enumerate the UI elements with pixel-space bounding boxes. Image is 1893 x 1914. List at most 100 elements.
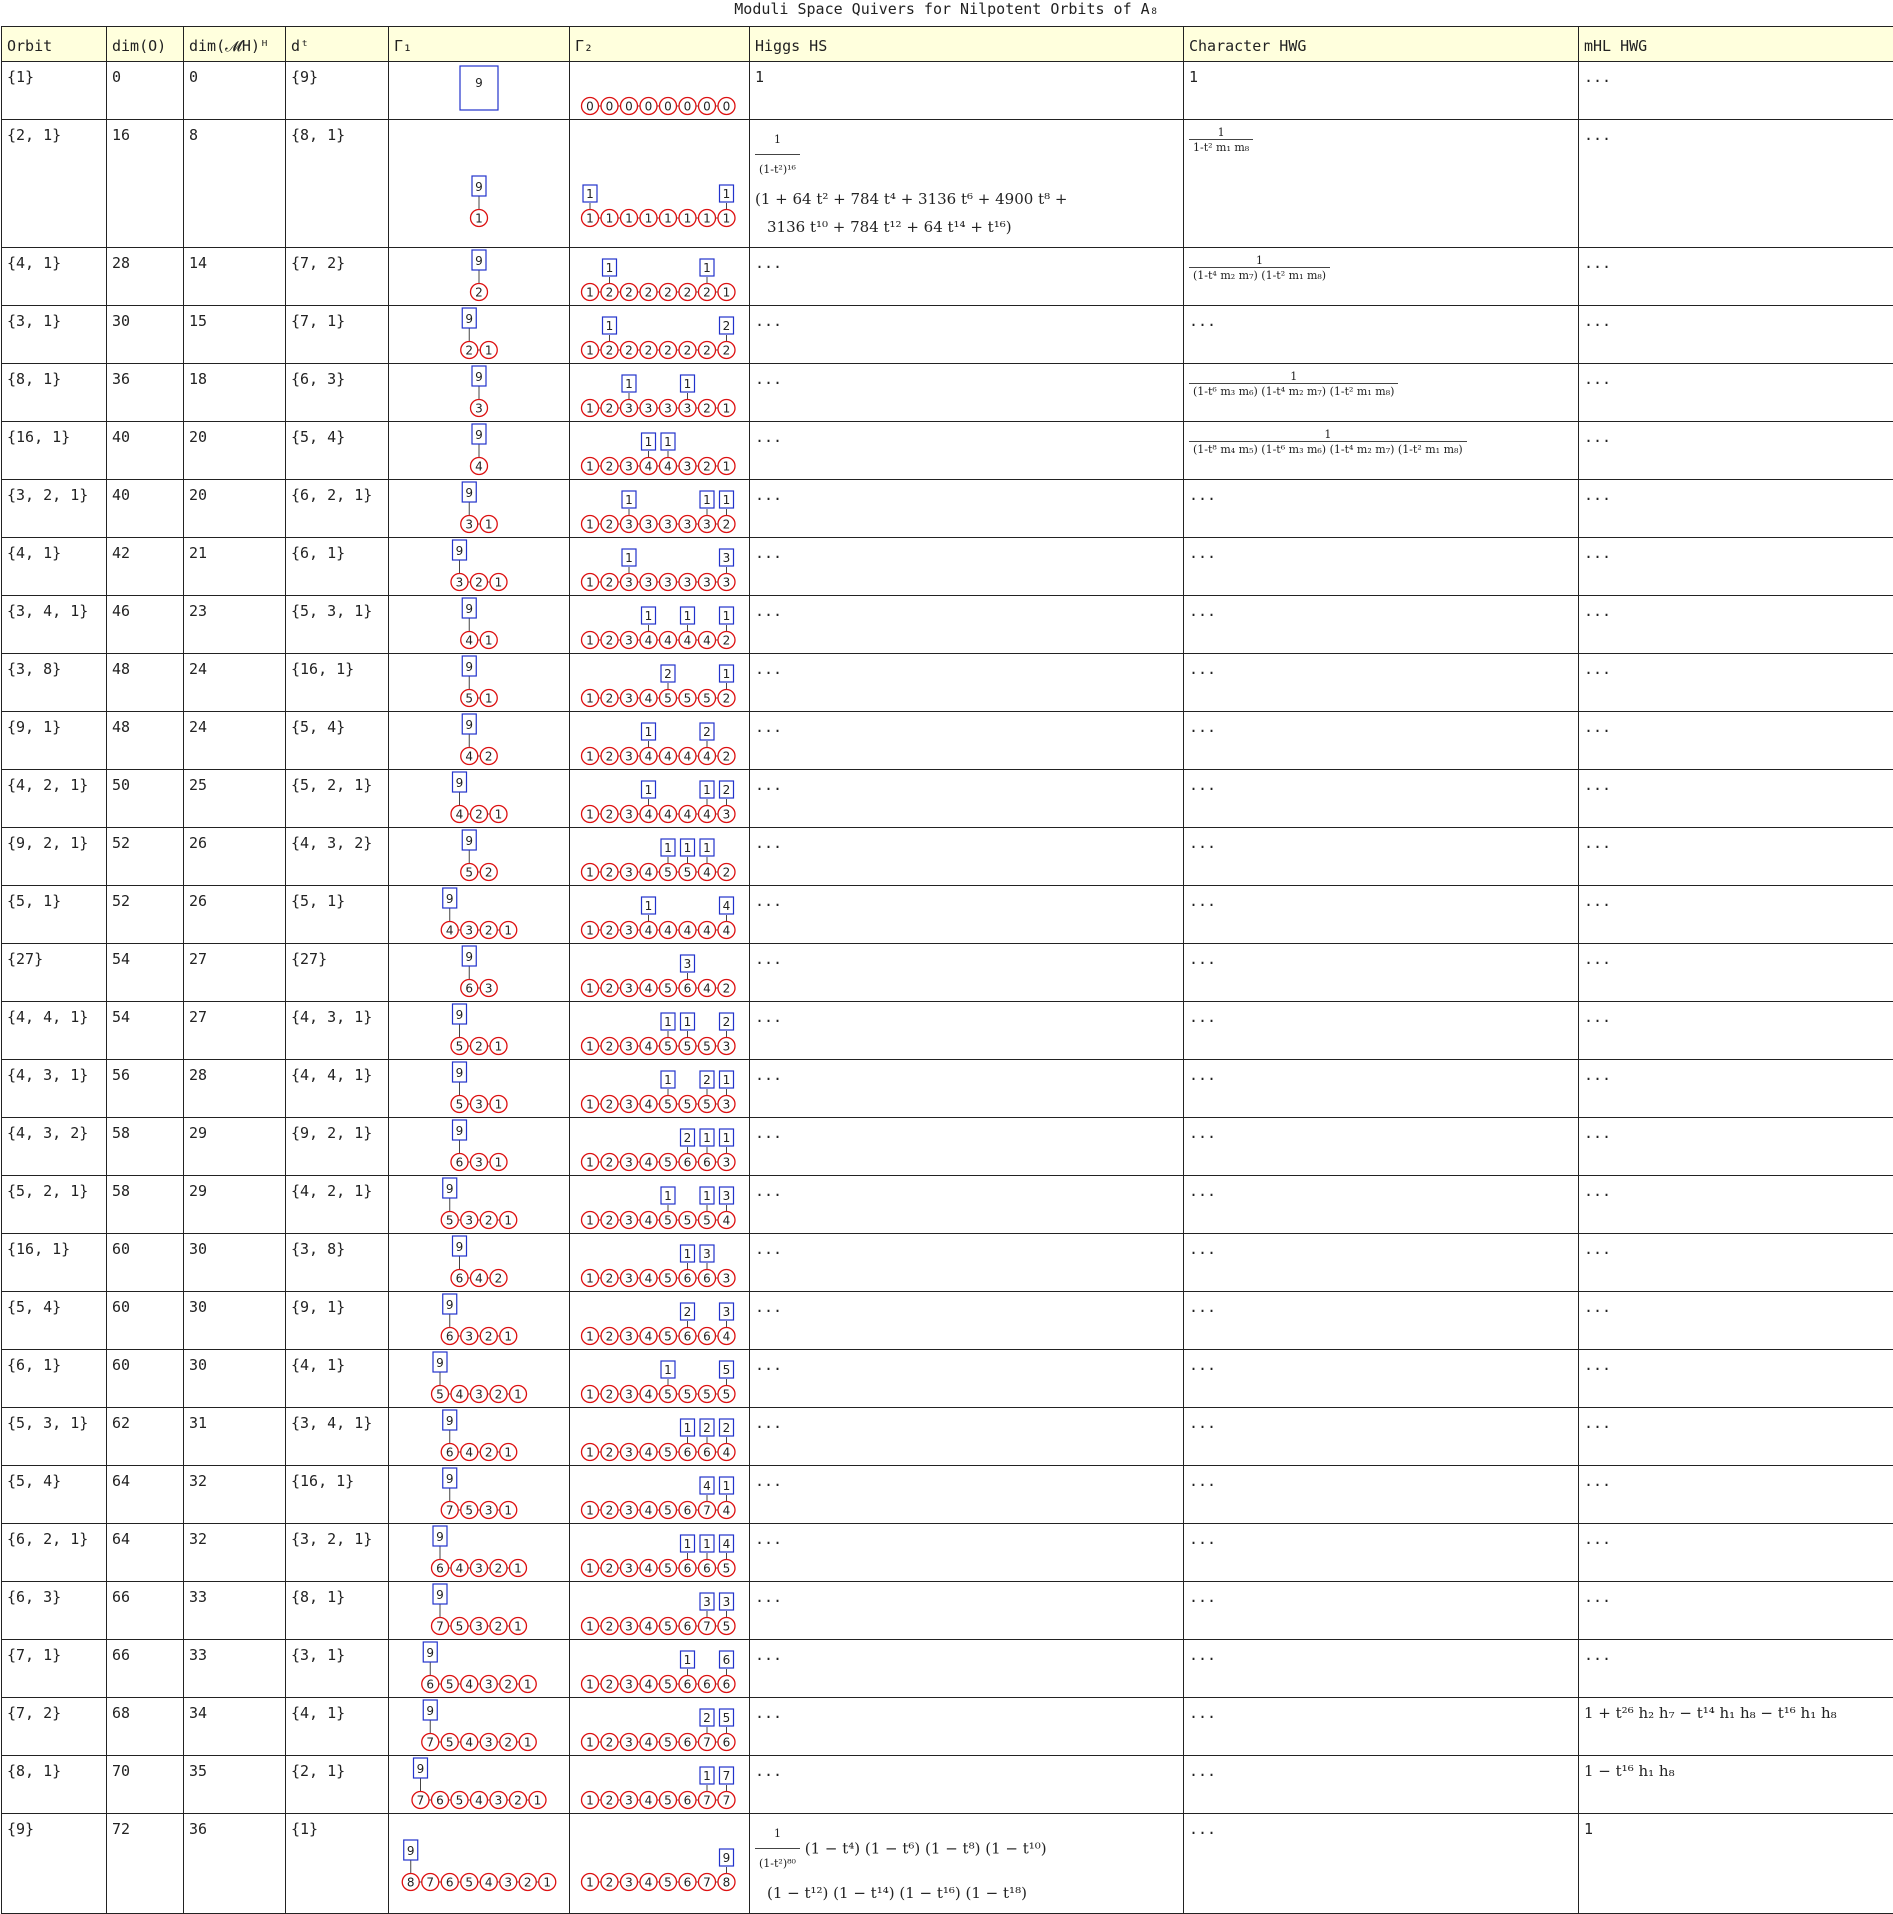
gauge-node-label: 4 xyxy=(723,1214,731,1228)
gauge-node-label: 1 xyxy=(723,212,731,226)
flavor-node-label: 1 xyxy=(723,187,731,201)
gauge-node-label: 2 xyxy=(606,1214,614,1228)
mhl-hwg-cell: ... xyxy=(1579,1060,1893,1118)
gamma1-quiver: 921 xyxy=(394,306,564,362)
gamma1-quiver: 96421 xyxy=(394,1408,564,1464)
gauge-node-label: 1 xyxy=(495,1156,503,1170)
gauge-node-label: 1 xyxy=(586,1562,594,1576)
flavor-node-label: 1 xyxy=(703,841,711,855)
gauge-node-label: 4 xyxy=(723,924,731,938)
gauge-node-label: 3 xyxy=(625,1794,633,1808)
gauge-node-label: 5 xyxy=(456,1620,464,1634)
gauge-node-label: 1 xyxy=(625,212,633,226)
character-hwg-cell: ... xyxy=(1184,1176,1579,1234)
gamma1-quiver: 9521 xyxy=(394,1002,564,1058)
gamma2-cell: 11312345554 xyxy=(570,1176,750,1234)
gauge-node-label: 1 xyxy=(586,1098,594,1112)
table-row: {7, 2}6834{4, 1}97543212512345676......1… xyxy=(2,1698,1893,1756)
table-row: {3, 4, 1}4623{5, 3, 1}94111112344442....… xyxy=(2,596,1893,654)
flavor-node-label: 9 xyxy=(446,1182,454,1196)
col-header-dim-o: dim(O) xyxy=(107,27,184,62)
gauge-node-label: 2 xyxy=(703,460,711,474)
flavor-node-label: 1 xyxy=(723,667,731,681)
dim-o-cell: 16 xyxy=(107,120,184,248)
character-hwg-cell: ... xyxy=(1184,1234,1579,1292)
flavor-node-label: 9 xyxy=(436,1588,444,1602)
table-row: {16, 1}4020{5, 4}941112344321...1(1-t⁸ m… xyxy=(2,422,1893,480)
gauge-node-label: 4 xyxy=(645,1098,653,1112)
mhl-hwg-cell: ... xyxy=(1579,1524,1893,1582)
flavor-node-label: 5 xyxy=(723,1711,731,1725)
flavor-node-label: 4 xyxy=(723,899,731,913)
gamma2-cell: 21112345663 xyxy=(570,1118,750,1176)
gauge-node-label: 2 xyxy=(703,402,711,416)
flavor-node-label: 1 xyxy=(684,1015,692,1029)
mhl-hwg-cell: ... xyxy=(1579,1350,1893,1408)
gamma1-quiver: 91 xyxy=(394,120,564,230)
gamma1-cell: 92 xyxy=(389,248,570,306)
gauge-node-label: 4 xyxy=(456,1562,464,1576)
dim-m-cell: 20 xyxy=(184,480,286,538)
gauge-node-label: 2 xyxy=(475,286,483,300)
dim-m-cell: 27 xyxy=(184,944,286,1002)
gauge-node-label: 4 xyxy=(645,866,653,880)
dim-m-cell: 27 xyxy=(184,1002,286,1060)
gauge-node-label: 4 xyxy=(465,634,473,648)
flavor-node-label: 9 xyxy=(465,486,473,500)
table-row: {6, 3}6633{8, 1}9753213312345675........… xyxy=(2,1582,1893,1640)
gamma2-quiver: 1112222221 xyxy=(578,248,750,304)
gauge-node-label: 4 xyxy=(645,750,653,764)
character-hwg-fraction: 1(1-t⁸ m₄ m₅) (1-t⁶ m₃ m₆) (1-t⁴ m₂ m₇) … xyxy=(1189,428,1467,457)
gamma2-cell: 12112345553 xyxy=(570,1060,750,1118)
flavor-node-label: 1 xyxy=(684,609,692,623)
table-row: {4, 1}4221{6, 1}93211312333333......... xyxy=(2,538,1893,596)
dt-cell: {2, 1} xyxy=(286,1756,389,1814)
gauge-node-label: 6 xyxy=(684,1330,692,1344)
orbit-cell: {4, 3, 1} xyxy=(2,1060,107,1118)
gamma2-quiver: 00000000 xyxy=(578,62,750,118)
gamma1-cell: 9321 xyxy=(389,538,570,596)
character-hwg-cell: ... xyxy=(1184,1466,1579,1524)
gamma2-quiver: 1212222222 xyxy=(578,306,750,362)
dim-m-cell: 29 xyxy=(184,1176,286,1234)
table-row: {5, 1}5226{5, 1}943211412344444......... xyxy=(2,886,1893,944)
gauge-node-label: 2 xyxy=(606,1388,614,1402)
character-hwg-cell: ... xyxy=(1184,1814,1579,1914)
gauge-node-label: 4 xyxy=(645,1272,653,1286)
gauge-node-label: 1 xyxy=(586,982,594,996)
flavor-node-label: 1 xyxy=(664,1073,672,1087)
gauge-node-label: 5 xyxy=(456,1098,464,1112)
flavor-node-label: 1 xyxy=(703,1537,711,1551)
character-hwg-cell: ... xyxy=(1184,712,1579,770)
gauge-node-label: 4 xyxy=(664,460,672,474)
dim-o-cell: 54 xyxy=(107,944,184,1002)
orbit-cell: {3, 8} xyxy=(2,654,107,712)
dim-o-cell: 68 xyxy=(107,1698,184,1756)
higgs-hs-cell: ... xyxy=(750,886,1184,944)
gauge-node-label: 4 xyxy=(446,924,454,938)
gamma2-quiver: 12112345553 xyxy=(578,1060,750,1116)
gauge-node-label: 3 xyxy=(684,460,692,474)
gauge-node-label: 3 xyxy=(475,1098,483,1112)
mhl-hwg-cell: ... xyxy=(1579,1466,1893,1524)
gauge-node-label: 2 xyxy=(606,1446,614,1460)
higgs-hs-cell: ... xyxy=(750,422,1184,480)
flavor-node-label: 1 xyxy=(664,435,672,449)
gamma2-cell: 1512345555 xyxy=(570,1350,750,1408)
character-hwg-cell: ... xyxy=(1184,1350,1579,1408)
gamma2-quiver: 2512345676 xyxy=(578,1698,750,1754)
gauge-node-label: 4 xyxy=(684,808,692,822)
flavor-node-label: 2 xyxy=(703,1073,711,1087)
gauge-node-label: 1 xyxy=(475,212,483,226)
gauge-node-label: 5 xyxy=(703,1388,711,1402)
dt-cell: {6, 1} xyxy=(286,538,389,596)
gauge-node-label: 4 xyxy=(645,1736,653,1750)
gamma2-cell: 4112345674 xyxy=(570,1466,750,1524)
gauge-node-label: 3 xyxy=(625,1678,633,1692)
gauge-node-label: 0 xyxy=(664,100,672,114)
dim-m-cell: 0 xyxy=(184,62,286,120)
gauge-node-label: 5 xyxy=(465,692,473,706)
gauge-node-label: 3 xyxy=(625,1620,633,1634)
gamma1-quiver: 97654321 xyxy=(394,1756,564,1812)
gauge-node-label: 7 xyxy=(446,1504,454,1518)
